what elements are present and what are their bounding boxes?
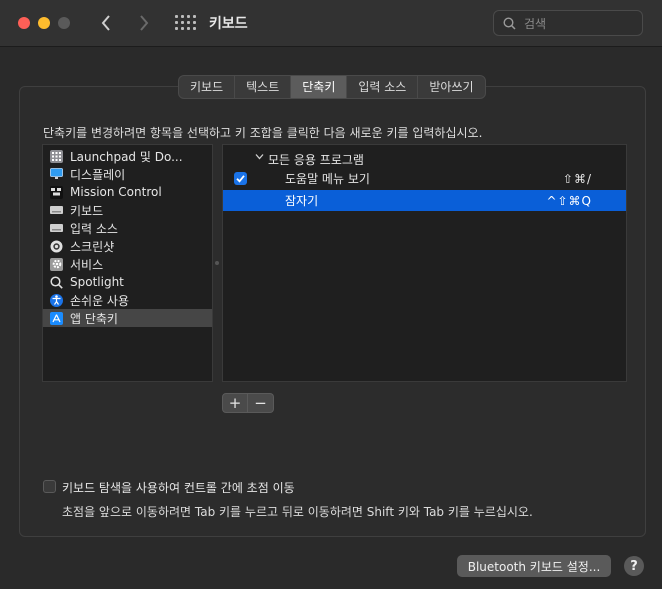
category-item-launchpad[interactable]: Launchpad 및 Do... bbox=[43, 147, 212, 165]
shortcut-keys[interactable]: ⇧⌘/ bbox=[563, 172, 592, 186]
keyboard-navigation-checkbox[interactable] bbox=[43, 480, 56, 493]
category-item-screenshot[interactable]: 스크린샷 bbox=[43, 237, 212, 255]
show-all-grid-icon[interactable] bbox=[175, 15, 196, 33]
mission-control-icon bbox=[50, 185, 63, 199]
category-label: 입력 소스 bbox=[70, 221, 118, 236]
category-item-mission-control[interactable]: Mission Control bbox=[43, 183, 212, 201]
shortcut-enabled-checkbox[interactable] bbox=[234, 172, 247, 185]
category-item-keyboard[interactable]: 키보드 bbox=[43, 201, 212, 219]
tab-shortcuts[interactable]: 단축키 bbox=[291, 76, 348, 98]
launchpad-icon bbox=[50, 149, 63, 163]
category-label: 앱 단축키 bbox=[70, 311, 118, 326]
category-label: 서비스 bbox=[70, 257, 104, 272]
shortcut-label: 도움말 메뉴 보기 bbox=[285, 172, 370, 186]
category-label: 디스플레이 bbox=[70, 167, 126, 182]
shortcut-label: 잠자기 bbox=[285, 194, 319, 208]
add-remove-buttons: + − bbox=[222, 393, 274, 413]
chevron-down-icon[interactable] bbox=[255, 152, 264, 161]
category-item-input-source[interactable]: 입력 소스 bbox=[43, 219, 212, 237]
help-button[interactable]: ? bbox=[624, 556, 644, 576]
category-item-app-shortcuts[interactable]: 앱 단축키 bbox=[43, 309, 212, 327]
minimize-window-button[interactable] bbox=[38, 17, 50, 29]
tab-text[interactable]: 텍스트 bbox=[235, 76, 292, 98]
tab-bar: 키보드 텍스트 단축키 입력 소스 받아쓰기 bbox=[178, 75, 486, 99]
category-item-spotlight[interactable]: Spotlight bbox=[43, 273, 212, 291]
close-window-button[interactable] bbox=[18, 17, 30, 29]
shortcut-group-label: 모든 응용 프로그램 bbox=[268, 153, 364, 167]
search-field[interactable] bbox=[493, 10, 643, 36]
app-store-icon bbox=[50, 311, 63, 325]
category-item-display[interactable]: 디스플레이 bbox=[43, 165, 212, 183]
zoom-window-button[interactable] bbox=[58, 17, 70, 29]
search-icon bbox=[503, 17, 516, 30]
tab-input-sources[interactable]: 입력 소스 bbox=[347, 76, 419, 98]
chevron-right-icon bbox=[140, 15, 149, 31]
accessibility-icon bbox=[50, 293, 63, 307]
shortcut-row-sleep[interactable]: 잠자기 ^⇧⌘Q bbox=[223, 190, 626, 211]
checkmark-icon bbox=[236, 175, 245, 183]
title-bar: 키보드 bbox=[0, 0, 662, 47]
bluetooth-keyboard-setup-button[interactable]: Bluetooth 키보드 설정... bbox=[457, 555, 611, 577]
tab-dictation[interactable]: 받아쓰기 bbox=[418, 76, 484, 98]
screenshot-icon bbox=[50, 240, 63, 253]
category-label: Mission Control bbox=[70, 185, 162, 199]
keyboard-icon bbox=[50, 204, 63, 217]
keyboard-navigation-description: 초점을 앞으로 이동하려면 Tab 키를 누르고 뒤로 이동하려면 Shift … bbox=[62, 505, 533, 519]
forward-button[interactable] bbox=[134, 11, 154, 35]
category-label: Launchpad 및 Do... bbox=[70, 149, 183, 164]
display-icon bbox=[50, 168, 63, 181]
spotlight-search-icon bbox=[50, 275, 63, 289]
input-source-icon bbox=[50, 222, 63, 235]
instruction-text: 단축키를 변경하려면 항목을 선택하고 키 조합을 클릭한 다음 새로운 키를 … bbox=[43, 126, 483, 140]
shortcut-keys[interactable]: ^⇧⌘Q bbox=[546, 194, 592, 208]
shortcut-group-all-apps[interactable]: 모든 응용 프로그램 bbox=[223, 148, 626, 168]
add-shortcut-button[interactable]: + bbox=[222, 393, 248, 413]
category-label: Spotlight bbox=[70, 275, 124, 289]
category-item-services[interactable]: 서비스 bbox=[43, 255, 212, 273]
keyboard-navigation-label: 키보드 탐색을 사용하여 컨트롤 간에 초점 이동 bbox=[62, 481, 295, 495]
split-view-handle[interactable] bbox=[215, 261, 219, 265]
category-list[interactable]: Launchpad 및 Do... 디스플레이 Mission Control … bbox=[42, 144, 213, 382]
category-label: 키보드 bbox=[70, 203, 104, 218]
shortcut-list[interactable]: 모든 응용 프로그램 도움말 메뉴 보기 ⇧⌘/ 잠자기 ^⇧⌘Q bbox=[222, 144, 627, 382]
tab-keyboard[interactable]: 키보드 bbox=[179, 76, 236, 98]
services-gear-icon bbox=[50, 257, 63, 271]
window-title: 키보드 bbox=[209, 16, 248, 32]
category-label: 손쉬운 사용 bbox=[70, 293, 130, 308]
search-input[interactable] bbox=[522, 14, 636, 34]
back-button[interactable] bbox=[96, 11, 116, 35]
remove-shortcut-button[interactable]: − bbox=[248, 393, 274, 413]
category-label: 스크린샷 bbox=[70, 239, 115, 254]
category-item-accessibility[interactable]: 손쉬운 사용 bbox=[43, 291, 212, 309]
chevron-left-icon bbox=[101, 15, 110, 31]
shortcut-row-show-help-menu[interactable]: 도움말 메뉴 보기 ⇧⌘/ bbox=[223, 168, 626, 189]
